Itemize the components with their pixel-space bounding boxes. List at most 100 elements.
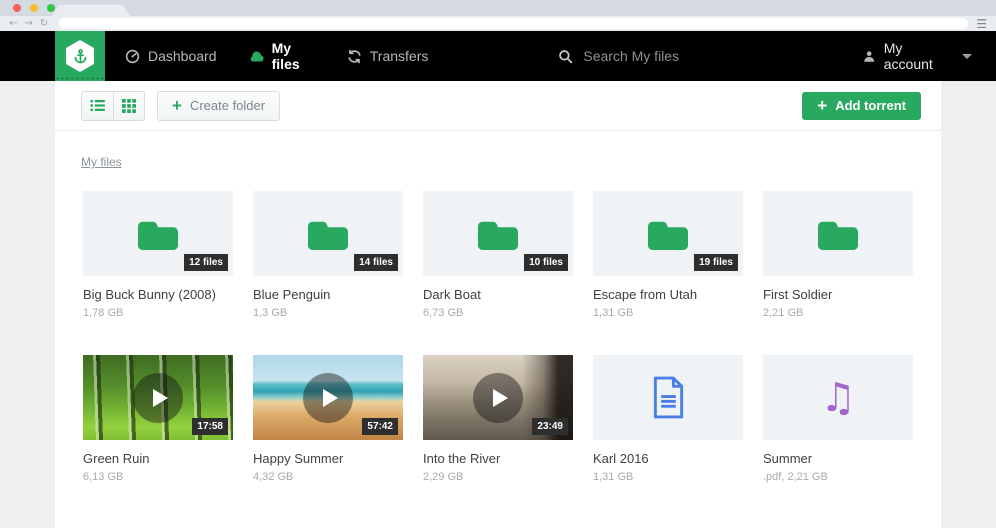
view-toggle-group: [81, 91, 145, 121]
app-navbar: Dashboard My files Transfers: [0, 31, 996, 81]
nav-label: Transfers: [370, 48, 429, 64]
plus-icon: +: [817, 97, 827, 114]
play-icon: [323, 389, 338, 407]
file-card[interactable]: First Soldier 2,21 GB: [763, 191, 913, 319]
file-size: .pdf, 2,21 GB: [763, 471, 913, 483]
file-name[interactable]: Into the River: [423, 451, 573, 466]
file-size: 2,21 GB: [763, 307, 913, 319]
list-view-button[interactable]: [82, 92, 113, 120]
nav-item-dashboard[interactable]: Dashboard: [125, 48, 217, 64]
close-window-button[interactable]: [13, 4, 21, 12]
file-thumbnail[interactable]: [593, 355, 743, 440]
file-name[interactable]: First Soldier: [763, 287, 913, 302]
file-card[interactable]: 57:42 Happy Summer 4,32 GB: [253, 355, 403, 483]
duration-badge: 23:49: [532, 418, 568, 435]
nav-item-transfers[interactable]: Transfers: [347, 48, 429, 64]
user-icon: [863, 50, 875, 63]
main-navigation: Dashboard My files Transfers: [125, 40, 428, 72]
file-name[interactable]: Escape from Utah: [593, 287, 743, 302]
cloud-icon: [249, 50, 264, 63]
file-size: 1,31 GB: [593, 471, 743, 483]
browser-tab[interactable]: [52, 5, 130, 16]
transfers-sync-icon: [347, 49, 362, 64]
folder-icon: [135, 216, 181, 252]
file-name[interactable]: Blue Penguin: [253, 287, 403, 302]
play-icon: [153, 389, 168, 407]
nav-label: Dashboard: [148, 48, 217, 64]
file-thumbnail[interactable]: 23:49: [423, 355, 573, 440]
grid-view-icon: [122, 99, 136, 113]
file-card[interactable]: 14 files Blue Penguin 1,3 GB: [253, 191, 403, 319]
file-size: 6,13 GB: [83, 471, 233, 483]
zoom-window-button[interactable]: [47, 4, 55, 12]
file-size: 1,31 GB: [593, 307, 743, 319]
create-folder-label: Create folder: [190, 98, 265, 113]
forward-icon[interactable]: →: [24, 19, 32, 29]
dashboard-gauge-icon: [125, 49, 140, 64]
minimize-window-button[interactable]: [30, 4, 38, 12]
file-thumbnail[interactable]: 10 files: [423, 191, 573, 276]
browser-menu-icon[interactable]: ☰: [976, 18, 987, 30]
file-count-badge: 10 files: [524, 254, 568, 271]
create-folder-button[interactable]: + Create folder: [157, 91, 280, 121]
back-icon[interactable]: ←: [9, 19, 17, 29]
file-card[interactable]: 23:49 Into the River 2,29 GB: [423, 355, 573, 483]
folder-icon: [815, 216, 861, 252]
file-thumbnail[interactable]: 12 files: [83, 191, 233, 276]
duration-badge: 17:58: [192, 418, 228, 435]
music-note-icon: ♫: [820, 378, 856, 418]
file-thumbnail[interactable]: 57:42: [253, 355, 403, 440]
grid-view-button[interactable]: [113, 92, 144, 120]
browser-tab-bar: [0, 0, 996, 16]
file-name[interactable]: Summer: [763, 451, 913, 466]
address-bar[interactable]: [59, 18, 968, 29]
account-menu[interactable]: My account: [863, 40, 972, 72]
file-card[interactable]: 12 filesBig Buck Bunny (2008)1,78 GB: [83, 191, 233, 319]
file-card[interactable]: 10 files Dark Boat 6,73 GB: [423, 191, 573, 319]
play-icon: [493, 389, 508, 407]
file-thumbnail[interactable]: 19 files: [593, 191, 743, 276]
file-thumbnail[interactable]: 14 files: [253, 191, 403, 276]
file-card[interactable]: 19 files Escape from Utah 1,31 GB: [593, 191, 743, 319]
search-input[interactable]: [583, 48, 863, 64]
file-name[interactable]: Big Buck Bunny (2008): [83, 287, 233, 302]
file-name[interactable]: Green Ruin: [83, 451, 233, 466]
play-button-overlay[interactable]: [473, 373, 523, 423]
window-controls: [13, 4, 55, 12]
nav-item-my-files[interactable]: My files: [249, 40, 315, 72]
file-size: 4,32 GB: [253, 471, 403, 483]
file-card[interactable]: Karl 2016 1,31 GB: [593, 355, 743, 483]
folder-icon: [305, 216, 351, 252]
file-name[interactable]: Dark Boat: [423, 287, 573, 302]
file-size: 1,3 GB: [253, 307, 403, 319]
file-name[interactable]: Happy Summer: [253, 451, 403, 466]
file-thumbnail[interactable]: [763, 191, 913, 276]
add-torrent-button[interactable]: + Add torrent: [802, 92, 921, 120]
browser-window: ← → ↻ ☰ Dashboar: [0, 0, 996, 528]
account-label: My account: [884, 40, 952, 72]
logo-hexagon: [66, 40, 94, 72]
file-card[interactable]: 17:58 Green Ruin 6,13 GB: [83, 355, 233, 483]
list-view-icon: [90, 99, 105, 112]
file-thumbnail[interactable]: 17:58: [83, 355, 233, 440]
anchor-icon: [72, 48, 89, 65]
file-size: 6,73 GB: [423, 307, 573, 319]
file-name[interactable]: Karl 2016: [593, 451, 743, 466]
breadcrumb[interactable]: My files: [81, 155, 122, 169]
plus-icon: +: [172, 97, 182, 114]
file-card[interactable]: ♫ Summer .pdf, 2,21 GB: [763, 355, 913, 483]
play-button-overlay[interactable]: [133, 373, 183, 423]
folder-icon: [475, 216, 521, 252]
putio-logo[interactable]: [55, 31, 105, 81]
file-thumbnail[interactable]: ♫: [763, 355, 913, 440]
browser-toolbar: ← → ↻ ☰: [0, 16, 996, 31]
add-torrent-label: Add torrent: [835, 98, 906, 113]
nav-label: My files: [272, 40, 315, 72]
search-box: [558, 48, 863, 64]
file-count-badge: 14 files: [354, 254, 398, 271]
file-count-badge: 19 files: [694, 254, 738, 271]
folder-icon: [645, 216, 691, 252]
play-button-overlay[interactable]: [303, 373, 353, 423]
reload-icon[interactable]: ↻: [40, 19, 48, 29]
file-size: 2,29 GB: [423, 471, 573, 483]
